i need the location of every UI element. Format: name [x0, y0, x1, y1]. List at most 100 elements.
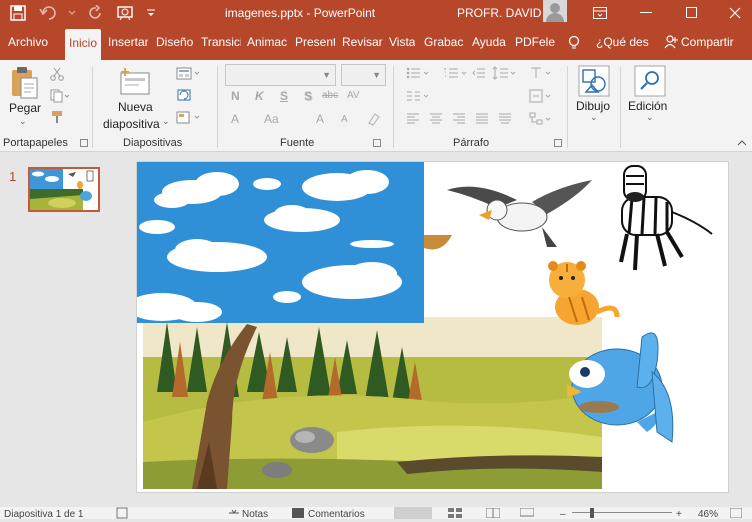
redo-icon[interactable] — [86, 3, 106, 23]
landscape-image[interactable] — [143, 317, 602, 489]
slide-editing-area[interactable] — [122, 152, 752, 507]
tab-diseno[interactable]: Diseño — [156, 35, 193, 49]
customize-toolbar-icon[interactable] — [146, 3, 156, 23]
tab-archivo[interactable]: Archivo — [8, 35, 48, 49]
align-center-icon[interactable] — [429, 113, 443, 128]
change-case-button[interactable]: Aa — [264, 112, 279, 126]
slide-sorter-icon[interactable] — [448, 508, 462, 521]
minimize-icon[interactable] — [623, 0, 669, 26]
notes-button[interactable]: Notas — [242, 509, 268, 520]
reading-view-icon[interactable] — [485, 507, 501, 521]
editing-dropdown-icon[interactable]: ⌄ — [646, 112, 654, 123]
decrease-indent-icon[interactable] — [472, 67, 486, 82]
start-from-beginning-icon[interactable] — [116, 3, 136, 23]
character-spacing-button[interactable]: AV — [347, 90, 360, 101]
editing-button[interactable]: Edición — [628, 99, 667, 113]
section-icon[interactable] — [176, 110, 204, 129]
tab-ayuda[interactable]: Ayuda — [472, 35, 506, 49]
strikethrough-button[interactable]: abc — [322, 90, 338, 101]
save-icon[interactable] — [8, 3, 28, 23]
line-spacing-icon[interactable] — [492, 66, 518, 83]
new-slide-dropdown-icon[interactable]: ⌄ — [162, 116, 170, 127]
share-icon[interactable] — [664, 35, 678, 52]
text-direction-icon[interactable] — [529, 66, 555, 83]
drawing-icon[interactable] — [578, 65, 610, 100]
copy-icon[interactable] — [50, 89, 70, 106]
comments-icon[interactable] — [292, 508, 304, 521]
partial-shape-image[interactable] — [424, 235, 452, 250]
cut-icon[interactable] — [50, 67, 64, 84]
paste-button[interactable]: Pegar — [9, 101, 41, 115]
distributed-icon[interactable] — [498, 113, 512, 128]
close-icon[interactable] — [712, 0, 752, 26]
tab-transiciones[interactable]: Transici — [201, 35, 241, 49]
share-button[interactable]: Compartir — [681, 35, 734, 49]
comments-button[interactable]: Comentarios — [308, 509, 365, 520]
normal-view-button[interactable] — [394, 507, 432, 519]
maximize-icon[interactable] — [669, 0, 715, 26]
tiger-cub-image[interactable] — [548, 261, 620, 325]
slide-canvas[interactable] — [136, 161, 729, 493]
ribbon-display-options-icon[interactable] — [577, 0, 623, 26]
new-slide-icon[interactable] — [118, 66, 152, 99]
zoom-slider-thumb[interactable] — [590, 508, 594, 518]
avatar[interactable] — [543, 0, 567, 22]
drawing-button[interactable]: Dibujo — [576, 99, 610, 113]
fit-slide-icon[interactable] — [729, 507, 743, 521]
tab-vista[interactable]: Vista — [389, 35, 415, 49]
paste-dropdown-icon[interactable]: ⌄ — [19, 116, 27, 127]
tab-grabacion[interactable]: Grabac — [424, 35, 464, 49]
align-text-icon[interactable] — [529, 89, 555, 106]
lightbulb-icon[interactable] — [568, 35, 580, 54]
zoom-slider[interactable] — [572, 512, 672, 513]
zebra-image[interactable] — [619, 165, 713, 271]
drawing-dropdown-icon[interactable]: ⌄ — [590, 112, 598, 123]
accessibility-icon[interactable] — [116, 507, 130, 522]
paste-icon[interactable] — [9, 66, 39, 105]
italic-button[interactable]: K — [255, 89, 264, 103]
sky-image[interactable] — [137, 162, 424, 323]
bullets-icon[interactable] — [406, 67, 432, 82]
slideshow-icon[interactable] — [519, 507, 535, 521]
tab-presentacion[interactable]: Present — [295, 35, 335, 49]
tab-insertar[interactable]: Insertar — [108, 35, 148, 49]
font-name-combo[interactable]: ▼ — [225, 64, 336, 86]
new-slide-label[interactable]: Nueva — [118, 100, 153, 114]
notes-icon[interactable] — [228, 508, 240, 521]
seagull-image[interactable] — [447, 180, 592, 247]
format-painter-icon[interactable] — [50, 110, 64, 127]
collapse-ribbon-icon[interactable] — [737, 136, 747, 150]
zoom-out-button[interactable]: – — [560, 509, 566, 520]
clear-formatting-icon[interactable] — [366, 112, 380, 129]
zoom-level[interactable]: 46% — [698, 509, 718, 520]
smartart-icon[interactable] — [529, 112, 555, 129]
new-slide-button[interactable]: diapositiva — [103, 117, 160, 131]
shadow-button[interactable]: S — [304, 89, 312, 103]
underline-button[interactable]: S — [280, 89, 288, 103]
font-size-combo[interactable]: ▼ — [341, 64, 386, 86]
font-launcher-icon[interactable] — [373, 139, 381, 147]
decrease-font-button[interactable]: A — [341, 114, 348, 125]
increase-font-button[interactable]: A — [316, 112, 324, 126]
clipboard-launcher-icon[interactable] — [80, 139, 88, 147]
tell-me-search[interactable]: ¿Qué des — [596, 35, 649, 49]
tab-animaciones[interactable]: Animac — [247, 35, 289, 49]
reset-icon[interactable] — [176, 88, 192, 107]
layout-icon[interactable] — [176, 67, 202, 84]
font-color-button[interactable]: A — [231, 112, 239, 126]
undo-icon[interactable] — [38, 3, 58, 23]
numbering-icon[interactable] — [444, 67, 470, 82]
user-name[interactable]: PROFR. DAVID — [457, 6, 541, 20]
slide-thumbnail[interactable] — [28, 167, 100, 212]
zoom-in-button[interactable]: + — [676, 509, 682, 520]
paragraph-launcher-icon[interactable] — [554, 139, 562, 147]
columns-icon[interactable] — [406, 90, 432, 105]
align-right-icon[interactable] — [452, 113, 466, 128]
tab-pdfelement[interactable]: PDFelei — [515, 35, 555, 49]
editing-icon[interactable] — [634, 65, 666, 100]
justify-icon[interactable] — [475, 113, 489, 128]
tab-inicio[interactable]: Inicio — [65, 29, 102, 60]
undo-dropdown-icon[interactable] — [68, 3, 76, 23]
tab-revisar[interactable]: Revisar — [342, 35, 383, 49]
align-left-icon[interactable] — [406, 113, 420, 128]
